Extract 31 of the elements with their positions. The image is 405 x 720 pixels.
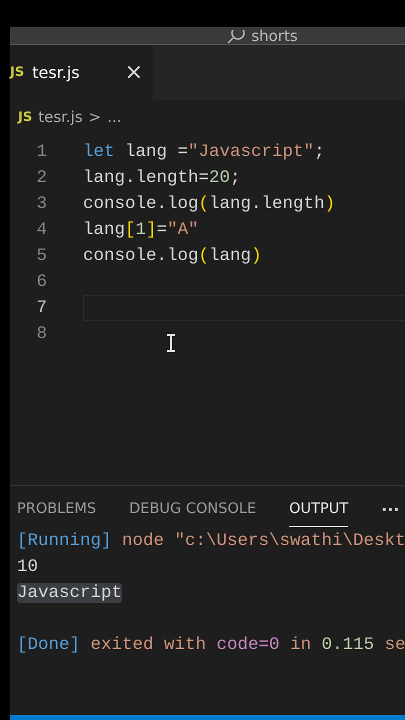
line-number: 2 <box>35 167 47 190</box>
code-line: console.log(lang.length) <box>83 193 336 216</box>
search-icon <box>227 30 246 44</box>
output-line: 10 <box>17 556 40 579</box>
line-number: 8 <box>35 323 47 346</box>
line-number: 1 <box>35 141 47 164</box>
js-file-icon: JS <box>10 62 24 82</box>
code-line: let lang ="Javascript"; <box>83 141 326 164</box>
panel-tab[interactable]: OUTPUT <box>289 498 348 528</box>
line-number: 3 <box>35 193 47 216</box>
line-number: 5 <box>35 245 47 268</box>
editor-tab[interactable]: JS tesr.js × <box>10 45 153 100</box>
code-line: lang[1]="A" <box>83 219 200 242</box>
highlighted-text: Javascript <box>17 583 122 603</box>
breadcrumb-item[interactable]: ... <box>107 106 122 129</box>
line-number: 4 <box>35 219 47 242</box>
output-line: [Done] exited with code=0 in 0.115 se <box>17 634 405 657</box>
text-cursor-icon <box>166 334 176 352</box>
panel-tab[interactable]: DEBUG CONSOLE <box>129 498 256 528</box>
search-text[interactable]: shorts <box>251 29 298 44</box>
panel-tab[interactable]: PROBLEMS <box>17 498 96 528</box>
js-file-icon: JS <box>18 108 32 128</box>
more-button[interactable]: ··· <box>381 498 400 528</box>
code-line: console.log(lang) <box>83 245 263 268</box>
breadcrumb-item[interactable]: tesr.js <box>38 106 83 129</box>
output-line: [Running] node "c:\Users\swathi\Deskt <box>17 530 405 553</box>
breadcrumb-separator: > <box>88 107 102 128</box>
line-number: 7 <box>35 297 47 320</box>
code-line: lang.length=20; <box>83 167 242 190</box>
close-icon[interactable]: × <box>124 62 143 84</box>
line-number: 6 <box>35 271 47 294</box>
